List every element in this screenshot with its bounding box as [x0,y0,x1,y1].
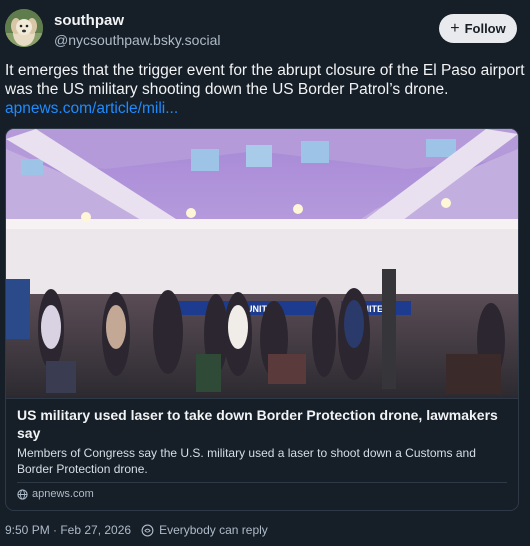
card-description: Members of Congress say the U.S. militar… [17,446,476,476]
reply-setting-text[interactable]: Everybody can reply [159,523,268,537]
post-text: It emerges that the trigger event for th… [5,61,525,118]
card-image-divider [6,398,518,399]
card-separator [17,482,507,483]
author-display-name[interactable]: southpaw [54,12,124,29]
author-handle[interactable]: @nycsouthpaw.bsky.social [54,32,220,48]
globe-icon [17,488,28,500]
post: southpaw @nycsouthpaw.bsky.social + Foll… [0,0,530,546]
card-domain: apnews.com [17,488,94,500]
post-meta: 9:50 PM · Feb 27, 2026 Everybody can rep… [5,523,268,537]
post-timestamp[interactable]: 9:50 PM · Feb 27, 2026 [5,523,131,537]
card-image: UNITED UNITED [6,129,518,398]
link-preview-card[interactable]: UNITED UNITED US military used laser to … [5,128,519,511]
follow-button[interactable]: + Follow [439,14,517,43]
card-title[interactable]: US military used laser to take down Bord… [17,406,507,442]
avatar[interactable] [5,9,43,47]
follow-button-label: Follow [464,21,506,36]
post-link[interactable]: apnews.com/article/mili... [5,100,178,117]
reply-settings-icon [141,524,154,537]
card-domain-text: apnews.com [32,488,94,500]
avatar-dog-icon [5,9,43,47]
post-body: It emerges that the trigger event for th… [5,62,525,98]
plus-icon: + [450,19,460,37]
